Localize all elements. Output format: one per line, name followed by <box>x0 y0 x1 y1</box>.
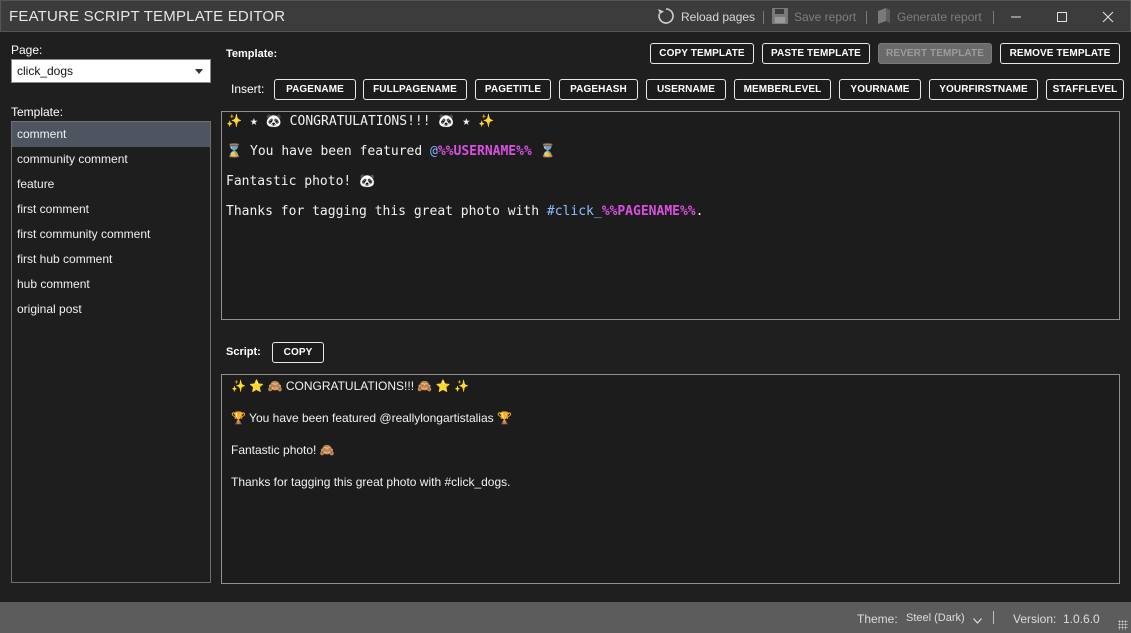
insert-stafflevel-button[interactable]: STAFFLEVEL <box>1046 79 1124 100</box>
template-editor[interactable]: ✨ ★ 🐼 CONGRATULATIONS!!! 🐼 ★ ✨ ⌛ You hav… <box>221 111 1120 320</box>
template-item-first-community-comment[interactable]: first community comment <box>12 222 210 247</box>
page-dropdown[interactable]: click_dogs <box>11 59 211 83</box>
template-item-first-comment[interactable]: first comment <box>12 197 210 222</box>
toolbar-separator <box>866 11 867 24</box>
template-panel-label: Template: <box>226 48 278 60</box>
template-line-text: Fantastic photo! 🐼 <box>226 174 376 189</box>
insert-label: Insert: <box>231 82 265 96</box>
template-line: ✨ ★ 🐼 CONGRATULATIONS!!! 🐼 ★ ✨ <box>226 114 1115 144</box>
insert-pagehash-button[interactable]: PAGEHASH <box>559 79 638 100</box>
theme-label: Theme: <box>857 612 898 626</box>
remove-template-button[interactable]: REMOVE TEMPLATE <box>1000 43 1120 64</box>
revert-template-button[interactable]: REVERT TEMPLATE <box>878 43 992 64</box>
template-item-first-hub-comment[interactable]: first hub comment <box>12 247 210 272</box>
pagename-variable: %%PAGENAME%% <box>601 204 696 219</box>
insert-fullpagename-button[interactable]: FULLPAGENAME <box>363 79 467 100</box>
insert-username-button[interactable]: USERNAME <box>646 79 726 100</box>
reload-pages-button[interactable]: Reload pages <box>656 5 755 29</box>
template-line: ⌛ You have been featured @%%USERNAME%% ⌛ <box>226 144 1115 174</box>
template-list[interactable]: comment community comment feature first … <box>11 121 211 583</box>
generate-report-button[interactable]: Generate report <box>876 5 982 29</box>
insert-pagetitle-button[interactable]: PAGETITLE <box>475 79 551 100</box>
version-value: 1.0.6.0 <box>1063 612 1100 626</box>
script-line: Thanks for tagging this great photo with… <box>231 475 511 489</box>
status-bar: Theme: Steel (Dark) Version: 1.0.6.0 <box>0 602 1131 633</box>
template-line: Fantastic photo! 🐼 <box>226 174 1115 204</box>
save-icon <box>771 7 789 28</box>
title-bar: FEATURE SCRIPT TEMPLATE EDITOR Reload pa… <box>0 0 1131 32</box>
template-line-text: Thanks for tagging this great photo with <box>226 204 547 219</box>
page-label: Page: <box>11 43 43 57</box>
maximize-button[interactable] <box>1039 1 1085 33</box>
save-report-label: Save report <box>794 10 857 24</box>
script-line: 🏆 You have been featured @reallylongarti… <box>231 411 512 425</box>
chevron-down-icon <box>195 69 203 74</box>
template-item-feature[interactable]: feature <box>12 172 210 197</box>
version-label: Version: <box>1013 612 1057 626</box>
script-line: ✨ ⭐ 🙈 CONGRATULATIONS!!! 🙈 ⭐ ✨ <box>231 379 469 393</box>
report-icon <box>876 7 892 28</box>
theme-selector[interactable]: Steel (Dark) <box>906 608 982 628</box>
theme-value: Steel (Dark) <box>906 612 965 624</box>
template-line-text: ⌛ You have been featured <box>226 144 431 159</box>
template-item-original-post[interactable]: original post <box>12 297 210 322</box>
script-panel-label: Script: <box>226 346 261 358</box>
template-line-text: ✨ ★ 🐼 CONGRATULATIONS!!! 🐼 ★ ✨ <box>226 114 495 129</box>
minimize-button[interactable] <box>993 1 1039 33</box>
insert-yourname-button[interactable]: YOURNAME <box>839 79 921 100</box>
app-title: FEATURE SCRIPT TEMPLATE EDITOR <box>9 8 286 25</box>
template-item-hub-comment[interactable]: hub comment <box>12 272 210 297</box>
status-separator <box>993 611 994 624</box>
template-list-label: Template: <box>11 105 64 119</box>
maximize-icon <box>1056 8 1068 27</box>
chevron-down-icon <box>972 609 982 628</box>
resize-grip-icon[interactable] <box>1118 620 1128 630</box>
reload-pages-label: Reload pages <box>681 10 756 24</box>
close-icon <box>1102 8 1114 27</box>
template-line-text: . <box>695 204 704 219</box>
insert-yourfirstname-button[interactable]: YOURFIRSTNAME <box>929 79 1038 100</box>
insert-pagename-button[interactable]: PAGENAME <box>274 79 356 100</box>
close-button[interactable] <box>1085 1 1131 33</box>
page-dropdown-value: click_dogs <box>17 64 74 78</box>
hashtag-prefix: #click_ <box>546 204 602 219</box>
copy-script-button[interactable]: COPY <box>272 342 324 363</box>
template-item-comment[interactable]: comment <box>12 122 210 147</box>
reload-icon <box>656 6 676 29</box>
script-output[interactable]: ✨ ⭐ 🙈 CONGRATULATIONS!!! 🙈 ⭐ ✨ 🏆 You hav… <box>221 374 1120 584</box>
toolbar-separator <box>763 11 764 24</box>
username-variable: %%USERNAME%% <box>437 144 532 159</box>
save-report-button[interactable]: Save report <box>771 5 856 29</box>
template-line-text: ⌛ <box>531 144 556 159</box>
script-line: Fantastic photo! 🙈 <box>231 443 335 457</box>
paste-template-button[interactable]: PASTE TEMPLATE <box>762 43 870 64</box>
minimize-icon <box>1010 8 1022 27</box>
generate-report-label: Generate report <box>897 10 982 24</box>
at-sign: @ <box>430 144 438 159</box>
copy-template-button[interactable]: COPY TEMPLATE <box>650 43 754 64</box>
template-item-community-comment[interactable]: community comment <box>12 147 210 172</box>
template-line: Thanks for tagging this great photo with… <box>226 204 1115 234</box>
insert-memberlevel-button[interactable]: MEMBERLEVEL <box>734 79 831 100</box>
